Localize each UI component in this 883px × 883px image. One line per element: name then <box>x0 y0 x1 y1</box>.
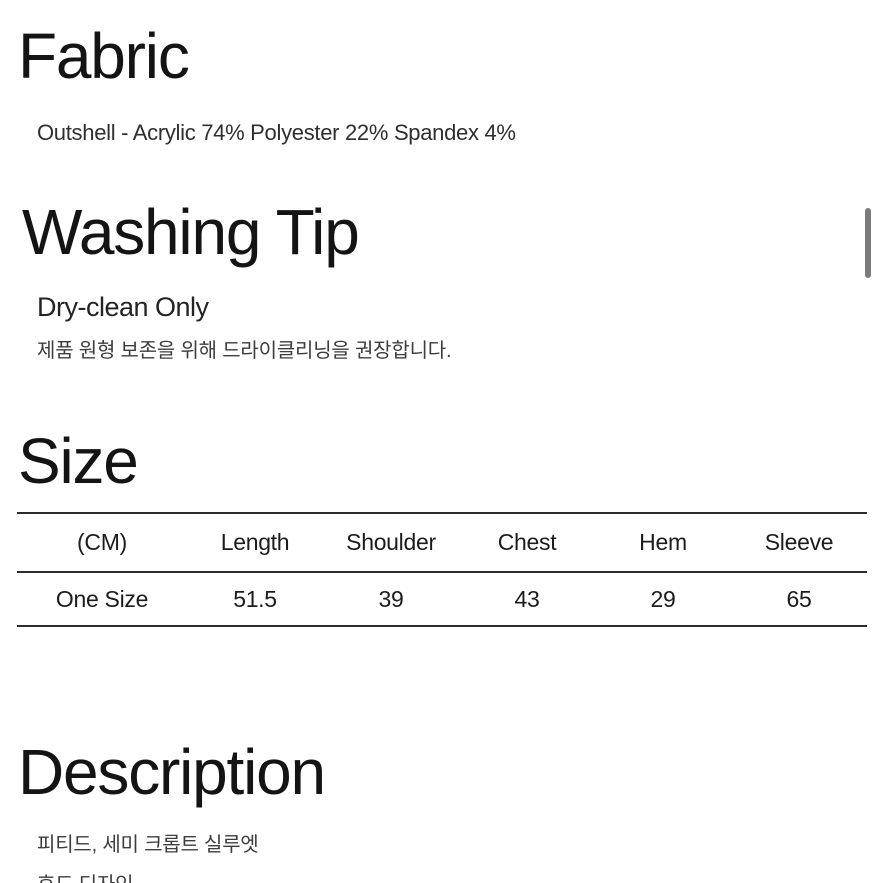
size-table-header-cell: Length <box>220 529 290 555</box>
size-table-head: (CM) Length Shoulder Chest Hem Sleeve <box>17 513 867 572</box>
size-table-header-cell: Shoulder <box>346 529 436 555</box>
section-heading-size: Size <box>18 425 139 497</box>
description-line: 피티드, 세미 크롭트 실루엣 <box>37 834 259 856</box>
size-table-header-cell: (CM) <box>77 529 127 555</box>
size-table-cell: One Size <box>55 585 149 612</box>
fabric-composition-text: Outshell - Acrylic 74% Polyester 22% Spa… <box>37 120 516 145</box>
size-table-container: (CM) Length Shoulder Chest Hem Sleeve On… <box>17 512 867 627</box>
product-detail-page: Fabric Outshell - Acrylic 74% Polyester … <box>0 0 883 883</box>
section-heading-washing-tip: Washing Tip <box>22 196 360 268</box>
vertical-scrollbar-track[interactable] <box>864 0 872 883</box>
size-table-header-cell: Hem <box>639 529 687 555</box>
washing-note-korean-text: 제품 원형 보존을 위해 드라이클리닝을 권장합니다. <box>37 340 452 362</box>
description-line: 후드 디자인 <box>37 875 134 883</box>
section-heading-fabric: Fabric <box>18 20 190 92</box>
size-table-cell: 29 <box>650 585 676 612</box>
size-table-header-row: (CM) Length Shoulder Chest Hem Sleeve <box>17 513 867 572</box>
table-row: One Size 51.5 39 43 29 65 <box>17 572 867 626</box>
size-table-header-cell: Chest <box>497 529 557 555</box>
section-heading-description: Description <box>18 736 326 808</box>
size-chart-table: (CM) Length Shoulder Chest Hem Sleeve On… <box>17 512 867 627</box>
size-table-header-cell: Sleeve <box>764 529 834 555</box>
washing-method-text: Dry-clean Only <box>37 292 209 322</box>
size-table-cell: 39 <box>378 585 404 612</box>
size-table-cell: 65 <box>786 585 812 612</box>
size-table-cell: 51.5 <box>233 585 277 612</box>
vertical-scrollbar-thumb[interactable] <box>865 208 871 278</box>
size-table-body: One Size 51.5 39 43 29 65 <box>17 572 867 626</box>
size-table-cell: 43 <box>514 585 540 612</box>
